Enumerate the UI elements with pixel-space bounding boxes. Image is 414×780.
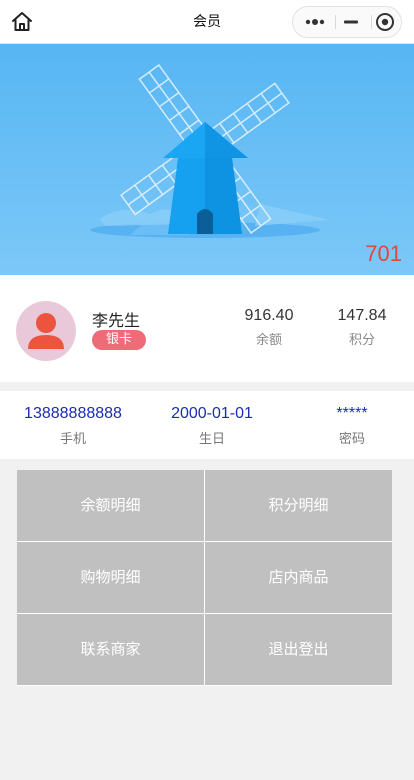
member-info-row: 13888888888 手机 2000-01-01 生日 ***** 密码: [0, 391, 414, 459]
shopping-detail-button[interactable]: 购物明细: [17, 542, 204, 613]
nav-bar: 会员: [0, 0, 414, 44]
phone-item[interactable]: 13888888888 手机: [4, 405, 142, 447]
birthday-label: 生日: [198, 432, 225, 447]
banner: 701: [0, 44, 414, 275]
phone-label: 手机: [59, 432, 86, 447]
member-card: 李先生 银卡 916.40 余额 147.84 积分: [0, 275, 414, 382]
close-button[interactable]: [367, 7, 403, 37]
more-button[interactable]: [297, 7, 333, 37]
more-dots-icon: [305, 19, 325, 25]
logout-button[interactable]: 退出登出: [205, 614, 392, 685]
balance-label: 余额: [255, 333, 282, 348]
home-icon: [12, 12, 32, 31]
home-button[interactable]: [10, 10, 34, 34]
mini-program-capsule: [292, 6, 402, 38]
points-value: 147.84: [337, 307, 387, 324]
balance-value: 916.40: [244, 307, 294, 324]
password-value: *****: [336, 405, 368, 422]
balance-stat[interactable]: 916.40 余额: [229, 307, 309, 348]
member-name: 李先生: [92, 311, 141, 330]
avatar[interactable]: [16, 301, 76, 361]
phone-value: 13888888888: [24, 405, 122, 422]
points-stat[interactable]: 147.84 积分: [322, 307, 402, 348]
balance-detail-button[interactable]: 余额明细: [17, 470, 204, 541]
minimize-button[interactable]: [333, 7, 369, 37]
target-close-icon: [376, 13, 394, 31]
contact-merchant-button[interactable]: 联系商家: [17, 614, 204, 685]
member-level-badge: 银卡: [92, 330, 146, 350]
windmill-illustration: [90, 64, 330, 238]
password-item[interactable]: ***** 密码: [283, 405, 414, 447]
points-detail-button[interactable]: 积分明细: [205, 470, 392, 541]
banner-number: 701: [365, 241, 402, 266]
user-avatar-icon: [28, 313, 64, 349]
menu-grid: 余额明细 积分明细 购物明细 店内商品 联系商家 退出登出: [17, 470, 392, 686]
store-products-button[interactable]: 店内商品: [205, 542, 392, 613]
points-label: 积分: [348, 333, 375, 348]
birthday-item[interactable]: 2000-01-01 生日: [143, 405, 281, 447]
birthday-value: 2000-01-01: [171, 405, 253, 422]
password-label: 密码: [338, 432, 365, 447]
minimize-icon: [344, 20, 358, 24]
